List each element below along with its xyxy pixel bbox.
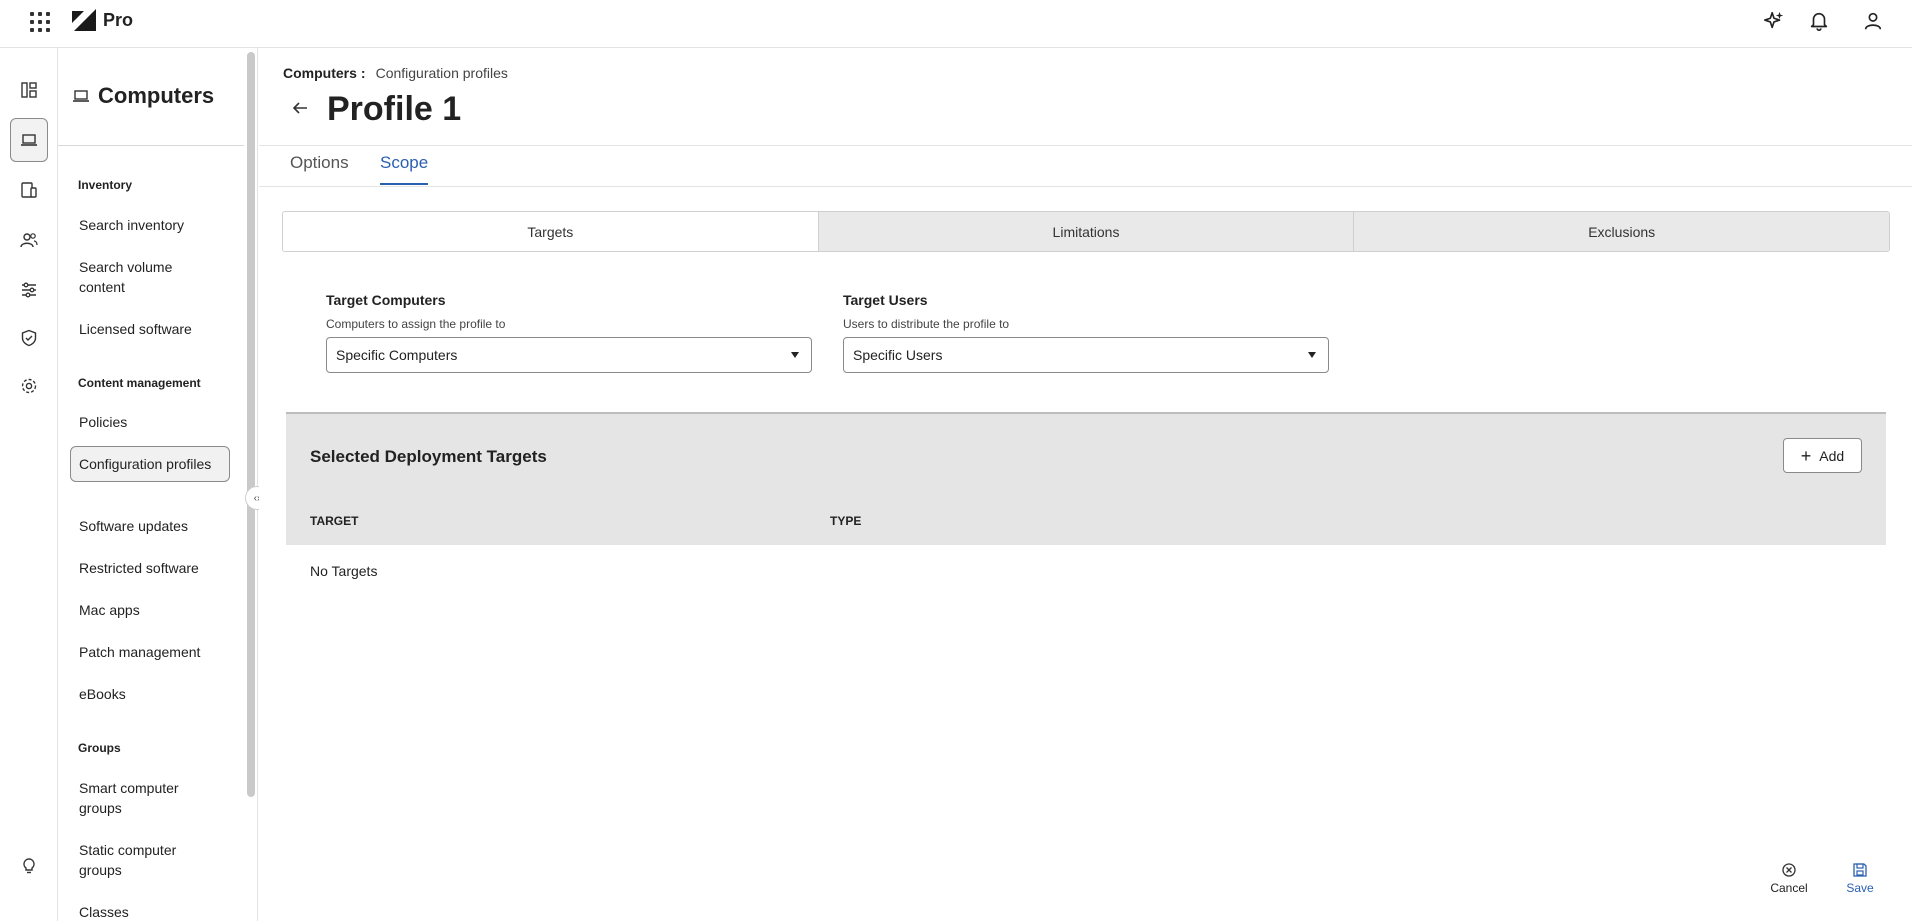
nav-item-policies[interactable]: Policies bbox=[70, 412, 230, 432]
bell-icon[interactable] bbox=[1808, 10, 1830, 32]
target-users-select[interactable]: Specific Users bbox=[843, 337, 1329, 373]
chevron-down-icon bbox=[791, 352, 799, 358]
devices-icon[interactable] bbox=[11, 172, 47, 208]
nav-item-patch-management[interactable]: Patch management bbox=[70, 642, 230, 662]
nav-item-classes[interactable]: Classes bbox=[70, 902, 230, 921]
nav-item-configuration-profiles[interactable]: Configuration profiles bbox=[70, 446, 230, 482]
breadcrumb-root[interactable]: Computers bbox=[283, 65, 357, 81]
segment-targets[interactable]: Targets bbox=[283, 212, 818, 251]
target-users-label: Target Users bbox=[843, 292, 928, 308]
segment-exclusions[interactable]: Exclusions bbox=[1353, 212, 1889, 251]
tab-scope[interactable]: Scope bbox=[380, 153, 429, 185]
breadcrumb: Computers: Configuration profiles bbox=[283, 65, 508, 81]
cancel-label: Cancel bbox=[1770, 881, 1808, 895]
app-launcher-icon[interactable] bbox=[28, 10, 52, 34]
tabs-divider bbox=[259, 186, 1912, 187]
computers-icon[interactable] bbox=[10, 118, 48, 162]
tab-options[interactable]: Options bbox=[290, 153, 349, 183]
top-bar: Pro bbox=[0, 0, 1912, 48]
shield-icon[interactable] bbox=[11, 320, 47, 356]
nav-title: Computers bbox=[98, 83, 215, 108]
nav-item-software-updates[interactable]: Software updates bbox=[70, 516, 230, 536]
nav-header: Computers bbox=[58, 48, 244, 146]
target-users-group: Target Users Users to distribute the pro… bbox=[843, 292, 1329, 373]
header-divider bbox=[259, 145, 1912, 146]
column-header-target[interactable]: TARGET bbox=[310, 514, 358, 528]
nav-scrollbar-thumb[interactable] bbox=[247, 52, 255, 797]
users-icon[interactable] bbox=[11, 222, 47, 258]
save-button[interactable]: Save bbox=[1830, 862, 1890, 895]
breadcrumb-current: Configuration profiles bbox=[375, 65, 508, 81]
page-title: Profile 1 bbox=[327, 90, 462, 128]
nav-item-search-volume[interactable]: Search volume content bbox=[70, 257, 230, 297]
target-computers-value: Specific Computers bbox=[336, 347, 458, 363]
empty-targets-message: No Targets bbox=[310, 563, 378, 579]
target-computers-group: Target Computers Computers to assign the… bbox=[326, 292, 812, 373]
gear-icon[interactable] bbox=[11, 368, 47, 404]
plus-icon: + bbox=[1800, 445, 1812, 466]
nav-scrollbar[interactable] bbox=[244, 48, 258, 921]
nav-panel: Computers Inventory Search inventory Sea… bbox=[58, 48, 244, 921]
target-computers-select[interactable]: Specific Computers bbox=[326, 337, 812, 373]
add-button[interactable]: + Add bbox=[1783, 438, 1862, 473]
lightbulb-icon[interactable] bbox=[11, 848, 47, 884]
nav-section-groups: Groups bbox=[78, 741, 121, 755]
nav-item-static-groups[interactable]: Static computer groups bbox=[70, 840, 230, 880]
target-users-help: Users to distribute the profile to bbox=[843, 317, 1010, 331]
save-label: Save bbox=[1846, 881, 1874, 895]
target-computers-help: Computers to assign the profile to bbox=[326, 317, 506, 331]
nav-section-content: Content management bbox=[78, 376, 201, 390]
left-rail bbox=[0, 48, 58, 921]
back-arrow-icon[interactable] bbox=[289, 97, 311, 119]
nav-item-search-inventory[interactable]: Search inventory bbox=[70, 215, 230, 235]
ai-sparkle-icon[interactable] bbox=[1763, 10, 1785, 32]
nav-item-licensed-software[interactable]: Licensed software bbox=[70, 319, 230, 339]
main-content: Computers: Configuration profiles Profile… bbox=[259, 48, 1912, 921]
column-header-type[interactable]: TYPE bbox=[830, 514, 861, 528]
save-icon bbox=[1853, 863, 1867, 877]
chevron-down-icon bbox=[1308, 352, 1316, 358]
target-computers-label: Target Computers bbox=[326, 292, 446, 308]
brand-logo-icon bbox=[72, 9, 96, 31]
user-icon[interactable] bbox=[1862, 10, 1884, 32]
brand-name: Pro bbox=[103, 10, 134, 30]
segment-limitations[interactable]: Limitations bbox=[817, 212, 1354, 251]
breadcrumb-separator: : bbox=[360, 65, 366, 81]
settings-sliders-icon[interactable] bbox=[11, 272, 47, 308]
deployment-targets-title: Selected Deployment Targets bbox=[310, 447, 547, 466]
scope-segmented-control: Targets Limitations Exclusions bbox=[282, 211, 1890, 252]
cancel-button[interactable]: Cancel bbox=[1759, 862, 1819, 895]
add-button-label: Add bbox=[1819, 447, 1845, 464]
laptop-icon bbox=[73, 90, 89, 102]
cancel-icon bbox=[1782, 863, 1796, 877]
dashboard-icon[interactable] bbox=[11, 72, 47, 108]
nav-item-mac-apps[interactable]: Mac apps bbox=[70, 600, 230, 620]
target-users-value: Specific Users bbox=[853, 347, 943, 363]
nav-section-inventory: Inventory bbox=[78, 178, 133, 192]
nav-item-smart-groups[interactable]: Smart computer groups bbox=[70, 778, 230, 818]
nav-item-restricted-software[interactable]: Restricted software bbox=[70, 558, 230, 578]
deployment-targets-panel: Selected Deployment Targets + Add TARGET… bbox=[286, 412, 1886, 545]
nav-item-ebooks[interactable]: eBooks bbox=[70, 684, 230, 704]
